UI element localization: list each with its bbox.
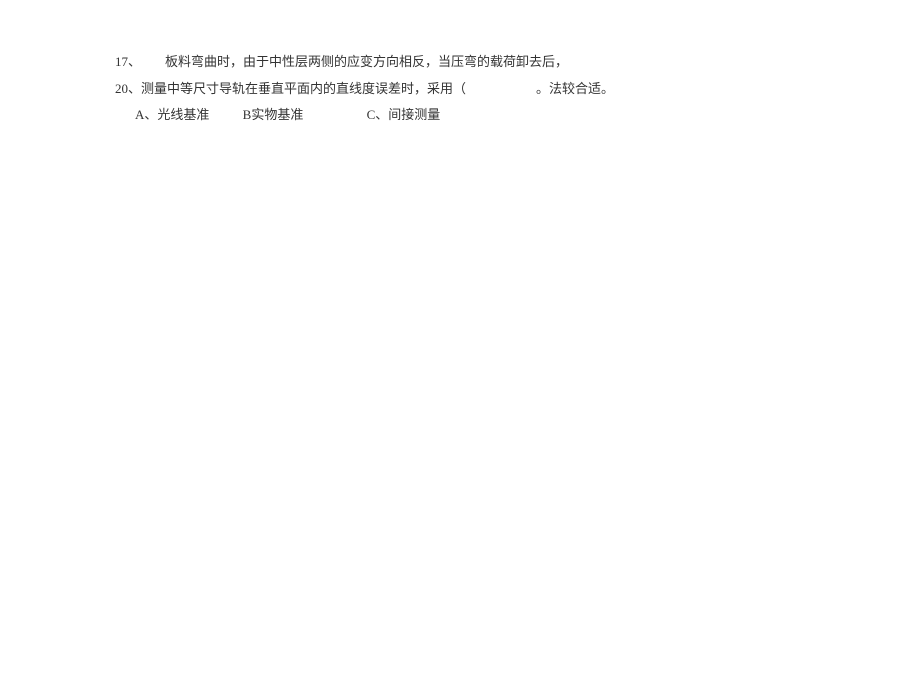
question-20: 20、测量中等尺寸导轨在垂直平面内的直线度误差时，采用（ 。法较合适。 — [115, 77, 805, 102]
question-17: 17、 板料弯曲时，由于中性层两侧的应变方向相反，当压弯的载荷卸去后， — [115, 50, 805, 75]
option-a-label: A、 — [135, 107, 157, 122]
question-20-text-before: 测量中等尺寸导轨在垂直平面内的直线度误差时，采用（ — [141, 81, 466, 96]
option-a-text: 光线基准 — [157, 107, 209, 122]
option-c: C、间接测量 — [367, 103, 441, 128]
option-c-text: 间接测量 — [388, 107, 440, 122]
question-17-number: 17、 — [115, 50, 165, 75]
question-20-text-after: 。法较合适。 — [536, 81, 614, 96]
option-b: B实物基准 — [243, 103, 304, 128]
option-c-label: C、 — [367, 107, 389, 122]
question-17-text: 板料弯曲时，由于中性层两侧的应变方向相反，当压弯的载荷卸去后， — [165, 50, 568, 75]
options-row: A、光线基准 B实物基准 C、间接测量 — [115, 103, 805, 128]
option-b-text: 实物基准 — [251, 107, 303, 122]
question-20-number: 20、 — [115, 81, 141, 96]
option-a: A、光线基准 — [135, 103, 209, 128]
